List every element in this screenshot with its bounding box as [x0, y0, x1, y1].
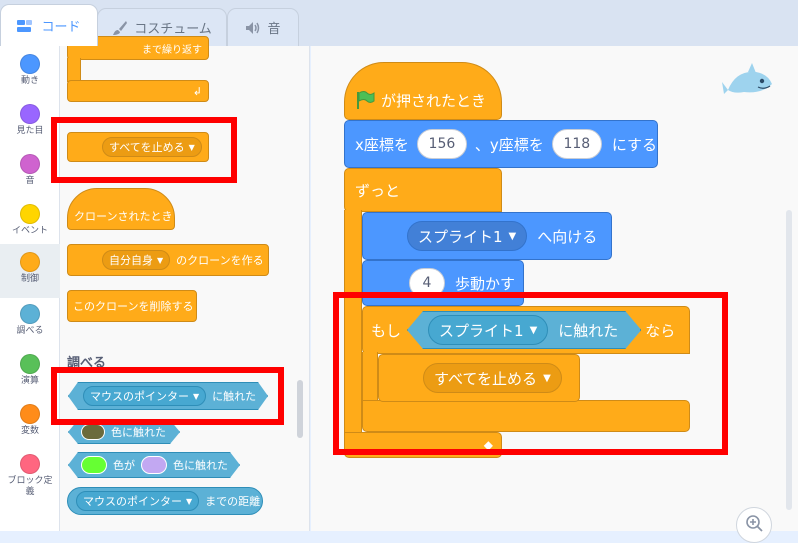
highlight-box: [333, 292, 728, 455]
color-swatch[interactable]: [81, 456, 107, 474]
category-sensing[interactable]: 調べる: [0, 298, 60, 348]
distance-target-dropdown[interactable]: マウスのポインター ▼: [76, 491, 200, 511]
when-clone-label: クローンされたとき: [74, 210, 173, 223]
category-dot-icon: [20, 304, 40, 324]
category-dot-icon: [20, 252, 40, 272]
go-to-x-label: x座標を: [355, 135, 409, 154]
brush-icon: [112, 20, 128, 36]
delete-clone-label: このクローンを削除する: [73, 300, 194, 313]
tab-code[interactable]: コード: [0, 4, 98, 46]
loop-arrow-icon: ↲: [192, 84, 202, 98]
tab-code-label: コード: [41, 20, 81, 35]
code-icon: [17, 19, 35, 33]
category-label: イベント: [11, 226, 48, 236]
category-dot-icon: [20, 104, 40, 124]
dropdown-caret-icon: ▼: [508, 230, 517, 242]
tab-sounds-label: 音: [267, 22, 281, 37]
color-touching-color-block[interactable]: 色が 色に触れた: [68, 452, 240, 478]
when-clone-hat-block[interactable]: クローンされたとき: [67, 188, 175, 230]
x-value-input[interactable]: 156: [416, 129, 467, 159]
category-dot-icon: [20, 154, 40, 174]
category-dot-icon: [20, 354, 40, 374]
sprite-thumbnail-icon: [722, 60, 774, 100]
go-to-xy-block[interactable]: x座標を 156 、y座標を 118 にする: [344, 120, 658, 168]
repeat-until-arm: [67, 58, 81, 82]
when-flag-clicked-block[interactable]: が押されたとき: [344, 62, 502, 120]
category-motion[interactable]: 動き: [0, 48, 60, 98]
touching-color-label: 色に触れた: [111, 426, 166, 439]
color-touching-mid: 色が: [113, 459, 135, 472]
category-dot-icon: [20, 454, 40, 474]
dropdown-caret-icon: ▼: [186, 496, 193, 506]
point-towards-block[interactable]: スプライト1 ▼ へ向ける: [362, 212, 612, 260]
y-value-input[interactable]: 118: [551, 129, 602, 159]
forever-block[interactable]: ずっと: [344, 168, 502, 212]
distance-to-block[interactable]: マウスのポインター ▼ までの距離: [67, 487, 263, 515]
category-label: 変数: [20, 426, 39, 436]
category-my-blocks[interactable]: ブロック定義: [0, 448, 60, 510]
category-dot-icon: [20, 404, 40, 424]
zoom-in-icon: [745, 514, 763, 536]
color-swatch[interactable]: [81, 424, 105, 440]
category-label: 動き: [20, 76, 39, 86]
go-to-sep-label: 、y座標を: [474, 135, 544, 154]
create-clone-block[interactable]: 自分自身 ▼ のクローンを作る: [67, 244, 269, 276]
dropdown-caret-icon: ▼: [157, 255, 164, 265]
when-flag-label: が押されたとき: [381, 91, 487, 110]
point-target-label: スプライト1: [418, 227, 503, 246]
highlight-box: [51, 367, 284, 425]
distance-target-label: マウスのポインター: [83, 495, 182, 508]
forever-label: ずっと: [355, 181, 401, 200]
category-label: 調べる: [16, 326, 44, 336]
move-suffix: 歩動かす: [455, 274, 516, 293]
color-touching-suffix: 色に触れた: [173, 459, 228, 472]
green-flag-icon: [355, 90, 375, 110]
tab-costumes-label: コスチューム: [134, 22, 212, 37]
palette-scrollbar[interactable]: [297, 380, 303, 438]
go-to-suffix: にする: [611, 135, 657, 154]
category-dot-icon: [20, 54, 40, 74]
color-swatch[interactable]: [141, 456, 167, 474]
highlight-box: [51, 117, 237, 183]
point-target-dropdown[interactable]: スプライト1 ▼: [407, 221, 528, 251]
repeat-until-label: まで繰り返す: [142, 44, 202, 56]
category-control[interactable]: 制御: [0, 244, 60, 298]
delete-clone-block[interactable]: このクローンを削除する: [67, 290, 197, 322]
script-area-scrollbar[interactable]: [786, 210, 792, 510]
clone-target-label: 自分自身: [109, 254, 153, 267]
clone-target-dropdown[interactable]: 自分自身 ▼: [102, 250, 171, 270]
tab-sounds[interactable]: 音: [227, 8, 299, 46]
distance-suffix: までの距離: [205, 495, 261, 508]
category-label: ブロック定義: [7, 476, 53, 497]
create-clone-suffix: のクローンを作る: [176, 254, 264, 267]
category-label: 制御: [20, 274, 39, 284]
zoom-in-button[interactable]: [736, 507, 772, 543]
point-suffix: へ向ける: [537, 227, 598, 246]
speaker-icon: [245, 21, 261, 35]
category-dot-icon: [20, 204, 40, 224]
category-events[interactable]: イベント: [0, 198, 60, 248]
repeat-until-foot: ↲: [67, 80, 209, 102]
